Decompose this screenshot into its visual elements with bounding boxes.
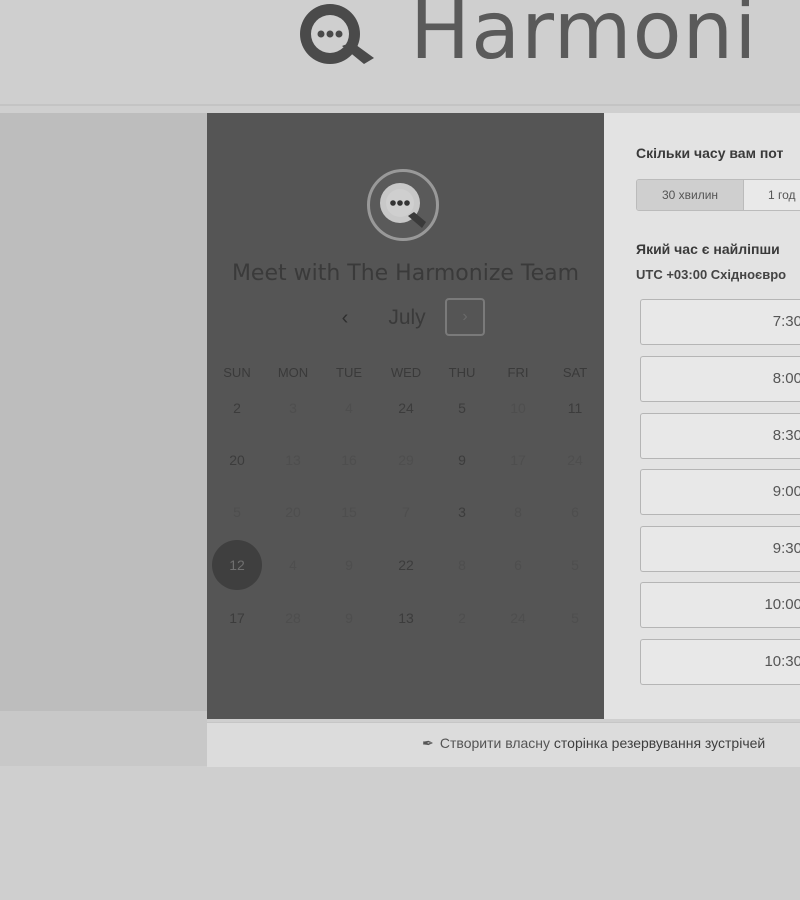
weekday-label: SUN [223,365,251,380]
calendar-day[interactable]: 3 [268,383,318,433]
calendar-day[interactable]: 24 [493,593,543,643]
calendar-day[interactable]: 3 [437,487,487,537]
left-sidebar-footer [0,711,207,766]
chat-bubble-logo-icon [290,2,380,70]
time-slot[interactable]: 8:00 [640,356,800,402]
calendar-day[interactable]: 5 [550,540,600,590]
calendar-day[interactable]: 5 [550,593,600,643]
time-slot[interactable]: 10:00 [640,582,800,628]
next-month-button[interactable]: › [445,298,485,336]
weekday-label: TUE [336,365,362,380]
calendar-day[interactable]: 4 [268,540,318,590]
calendar-day[interactable]: 5 [437,383,487,433]
calendar-day[interactable]: 16 [324,435,374,485]
calendar-day[interactable]: 24 [381,383,431,433]
calendar-day[interactable]: 8 [437,540,487,590]
header-divider [0,104,800,106]
duration-option-1h[interactable]: 1 год [744,180,800,210]
footer-bar: ✒ Створити власну сторінка резервування … [207,722,800,767]
calendar-day[interactable]: 9 [324,593,374,643]
time-slot[interactable]: 9:30 [640,526,800,572]
time-slot[interactable]: 10:30 [640,639,800,685]
calendar-day[interactable]: 10 [493,383,543,433]
time-slot-label: 9:00 [772,483,800,500]
month-label: July [388,306,426,329]
calendar-day[interactable]: 17 [212,593,262,643]
weekday-label: FRI [507,365,529,380]
calendar-day-selected[interactable]: 12 [212,540,262,590]
weekday-label: SAT [562,365,588,380]
time-slot-label: 9:30 [772,540,800,557]
month-navigation: ‹ July › [207,298,604,340]
calendar-day[interactable]: 9 [437,435,487,485]
create-booking-page-link[interactable]: ✒ Створити власну сторінка резервування … [422,735,765,752]
calendar-day[interactable]: 8 [493,487,543,537]
duration-question: Скільки часу вам пот [636,145,784,161]
time-slot[interactable]: 8:30 [640,413,800,459]
chat-bubble-icon [380,183,426,228]
timezone-label[interactable]: UTC +03:00 Східноєвро [636,267,786,282]
calendar-day[interactable]: 13 [268,435,318,485]
pin-icon: ✒ [422,735,434,751]
time-question: Який час є найліпши [636,241,780,257]
previous-month-button[interactable]: ‹ [333,304,357,332]
left-sidebar-area [0,113,207,711]
weekday-label: WED [390,365,422,380]
duration-option-30min[interactable]: 30 хвилин [637,180,744,210]
time-slot-label: 10:30 [764,653,800,670]
time-slot[interactable]: 9:00 [640,469,800,515]
calendar-day[interactable]: 24 [550,435,600,485]
calendar-day[interactable]: 15 [324,487,374,537]
duration-selector: 30 хвилин 1 год [636,179,800,211]
calendar-day[interactable]: 11 [550,383,600,433]
calendar-day[interactable]: 7 [381,487,431,537]
calendar-day[interactable]: 13 [381,593,431,643]
time-slot-label: 8:00 [772,370,800,387]
calendar-day[interactable]: 4 [324,383,374,433]
calendar-day[interactable]: 20 [268,487,318,537]
time-slot-label: 10:00 [764,596,800,613]
calendar-day[interactable]: 20 [212,435,262,485]
booking-panel: Скільки часу вам пот 30 хвилин 1 год Яки… [604,113,800,719]
calendar-panel: Meet with The Harmonize Team ‹ July › SU… [207,113,604,719]
calendar-day[interactable]: 2 [212,383,262,433]
calendar-day[interactable]: 6 [493,540,543,590]
calendar-day[interactable]: 9 [324,540,374,590]
calendar-day[interactable]: 6 [550,487,600,537]
avatar [367,169,439,241]
weekday-label: MON [277,365,309,380]
calendar-day[interactable]: 22 [381,540,431,590]
calendar-day[interactable]: 2 [437,593,487,643]
calendar-day[interactable]: 5 [212,487,262,537]
time-slot[interactable]: 7:30 [640,299,800,345]
footer-link-prefix: Створити власну [439,735,554,751]
time-slot-label: 8:30 [772,427,800,444]
footer-link-strong: сторінка резервування зустрічей [553,735,766,751]
time-slot-label: 7:30 [772,313,800,330]
brand-header: Harmoni [290,0,757,72]
calendar-day[interactable]: 17 [493,435,543,485]
weekday-label: THU [448,365,476,380]
meeting-title: Meet with The Harmonize Team [231,261,580,286]
brand-name: Harmoni [410,0,758,77]
calendar-day[interactable]: 29 [381,435,431,485]
calendar-day[interactable]: 28 [268,593,318,643]
